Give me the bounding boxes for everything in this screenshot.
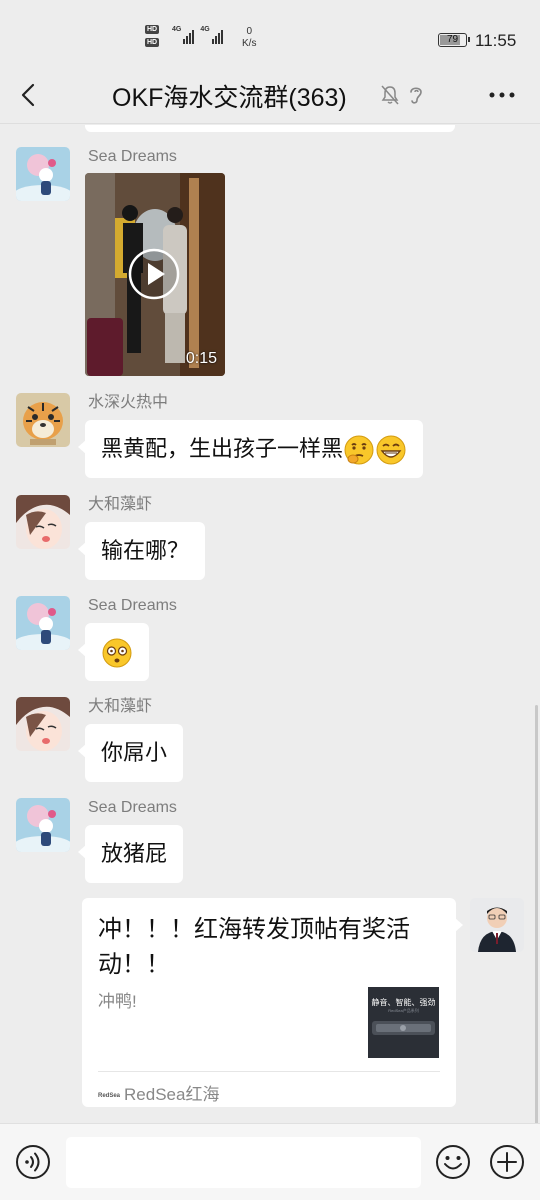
sender-name: 大和藻虾 [88,496,153,513]
sender-name: 水深火热中 [88,394,169,411]
chat-header: OKF海水交流群(363) [0,66,540,124]
input-bar [0,1123,540,1200]
link-card-source: RedSea RedSea红海 [98,1085,220,1104]
sender-name: Sea Dreams [88,799,177,816]
link-card-description: 冲鸭! [98,992,137,1011]
video-message[interactable]: 0:15 [85,173,225,376]
message-bubble[interactable]: 输在哪？ [77,522,206,580]
link-card-message[interactable]: 冲！！！红海转发顶帖有奖活动！！ 冲鸭! 静音、智能、强劲 RedSea产品系列… [82,898,463,1107]
scrollbar[interactable] [535,705,538,1123]
message-bubble[interactable]: 放猪屁 [77,825,184,883]
grin-emoji [376,435,406,465]
earpiece-icon [410,87,422,104]
message-bubble[interactable] [78,623,149,681]
redsea-logo: RedSea [98,1092,121,1099]
back-icon[interactable] [18,82,42,108]
astronaut-avatar[interactable] [16,596,70,650]
signal-icon: 4G [172,26,195,44]
hd-badge: HD [145,25,160,34]
message-item: Sea Dreams 0:15 [16,147,516,382]
message-bubble[interactable]: 你屌小 [77,724,184,782]
message-item: 大和藻虾 你屌小 [16,697,516,787]
signal-icon: 4G [200,26,223,44]
chat-title: OKF海水交流群(363) [112,84,347,112]
status-bar: HD HD 4G 4G 0 K/s 79 11:55 [0,0,540,66]
clock: 11:55 [475,31,517,50]
thinking-emoji [344,435,374,465]
plus-icon[interactable] [489,1144,525,1180]
message-item: 大和藻虾 输在哪？ [16,495,516,585]
signal-icons: 4G 4G [172,26,223,44]
mute-icon [381,85,399,105]
network-speed: 0 K/s [242,26,257,49]
astronaut-avatar[interactable] [16,147,70,201]
previous-message-bubble[interactable] [85,125,455,132]
link-card-thumbnail: 静音、智能、强劲 RedSea产品系列 [368,987,439,1058]
anime-girl-avatar[interactable] [16,495,70,549]
message-text: 黑黄配，生出孩子一样黑 [101,436,344,461]
message-bubble[interactable]: 黑黄配，生出孩子一样黑 [77,420,424,478]
message-text: 输在哪？ [101,538,190,563]
message-text: 放猪屁 [101,841,168,866]
message-input[interactable] [66,1137,421,1188]
anime-girl-avatar[interactable] [16,697,70,751]
self-avatar[interactable] [470,898,524,952]
voice-icon[interactable] [15,1144,51,1180]
message-item: Sea Dreams 放猪屁 [16,798,516,888]
battery-icon: 79 [438,33,470,47]
message-item: 水深火热中 黑黄配，生出孩子一样黑 [16,393,516,483]
hd-badge: HD [145,38,160,47]
divider [98,1071,440,1072]
message-item: Sea Dreams [16,596,516,686]
emoji-icon[interactable] [435,1144,471,1180]
message-text: 你屌小 [101,740,168,765]
play-icon[interactable] [127,247,181,301]
hd-indicator: HD HD [145,24,160,50]
dizzy-face-emoji [102,638,132,668]
astronaut-avatar[interactable] [16,798,70,852]
sender-name: 大和藻虾 [88,698,153,715]
video-duration: 0:15 [185,350,217,367]
link-card-title: 冲！！！红海转发顶帖有奖活动！！ [98,916,410,978]
message-list[interactable]: Sea Dreams 0:15 水深火热中 黑黄配，生出孩子一样黑 大和藻虾 输… [0,125,540,1123]
more-icon[interactable] [488,83,516,107]
tiger-avatar[interactable] [16,393,70,447]
sender-name: Sea Dreams [88,597,177,614]
sender-name: Sea Dreams [88,148,177,165]
